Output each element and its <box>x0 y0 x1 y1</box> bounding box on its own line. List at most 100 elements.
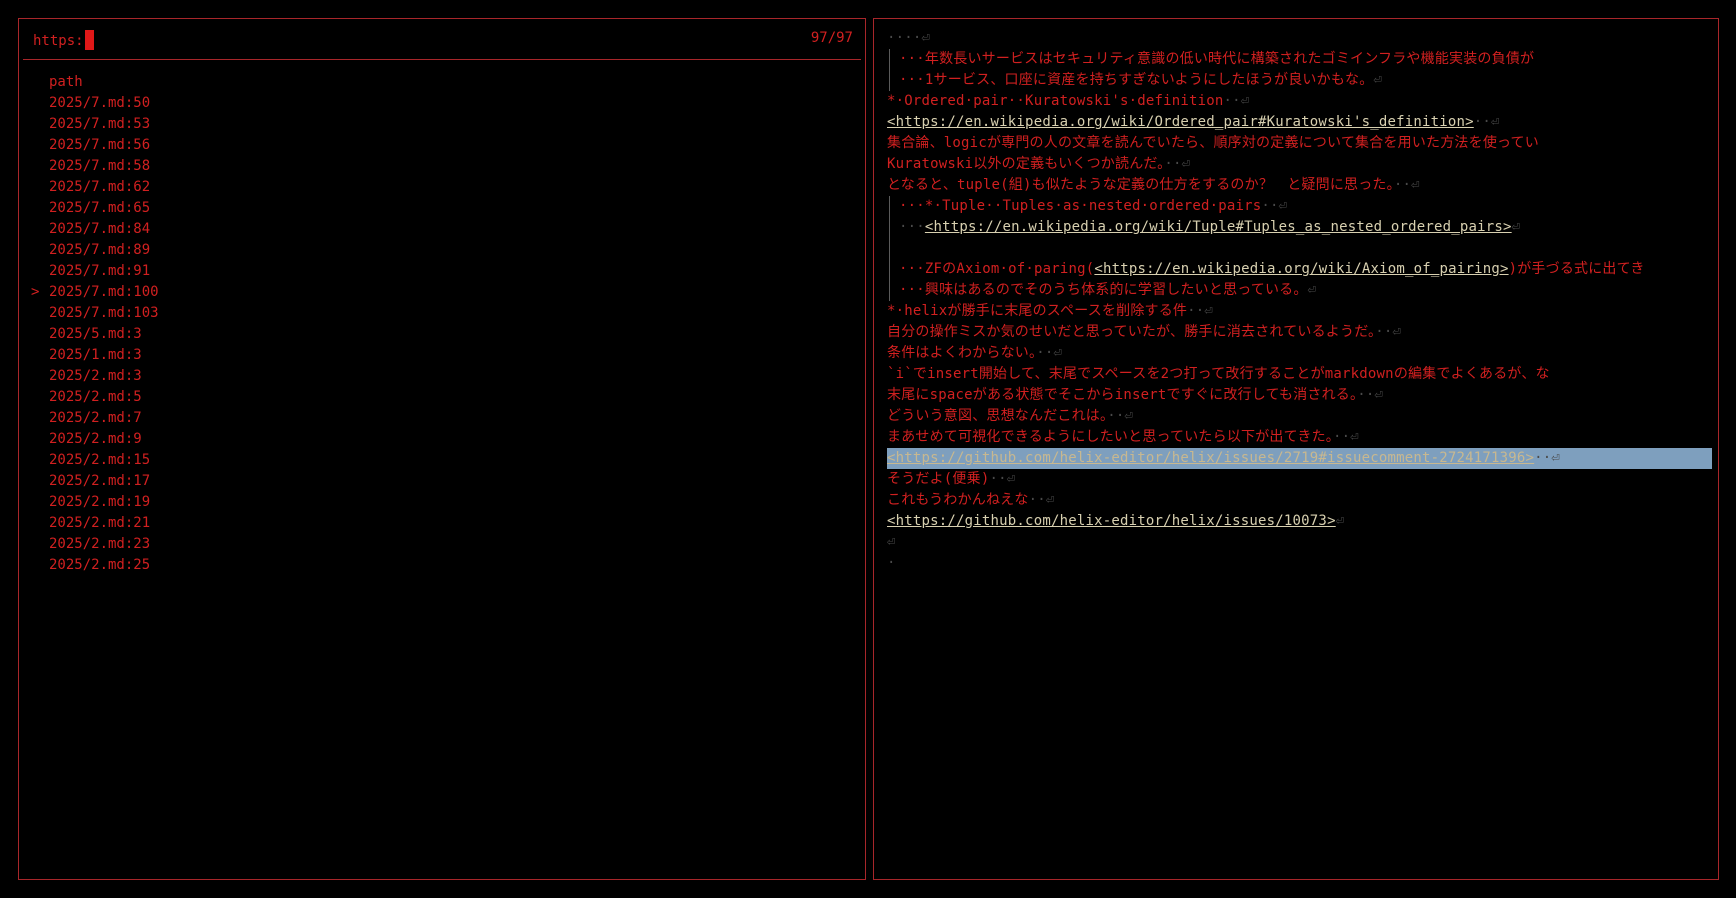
preview-line: ···年数長いサービスはセキュリティ意識の低い時代に構築されたゴミインフラや機能… <box>889 49 1712 70</box>
preview-line: *·Ordered·pair··Kuratowski's·definition·… <box>887 91 1712 112</box>
whitespace-marker: ·· <box>1223 93 1241 109</box>
eol-marker: ⏎ <box>1551 450 1561 466</box>
picker-result-item[interactable]: 2025/5.md:3 <box>31 324 865 345</box>
picker-result-item[interactable]: 2025/7.md:65 <box>31 198 865 219</box>
line-text: ···年数長いサービスはセキュリティ意識の低い時代に構築されたゴミインフラや機能… <box>899 51 1535 67</box>
picker-result-item[interactable]: 2025/7.md:84 <box>31 219 865 240</box>
line-text: *·helixが勝手に末尾のスペースを削除する件 <box>887 303 1188 319</box>
line-text: *·Ordered·pair··Kuratowski's·definition <box>887 93 1224 109</box>
result-path: 2025/2.md:23 <box>49 536 151 552</box>
eol-marker: ⏎ <box>1335 513 1345 529</box>
preview-line: ···ZFのAxiom·of·paring(<https://en.wikipe… <box>889 259 1712 280</box>
search-input[interactable]: https: <box>33 30 94 50</box>
file-picker-panel: https: 97/97 path 2025/7.md:50 2025/7.md:… <box>18 18 866 880</box>
eol-marker: ⏎ <box>1392 324 1402 340</box>
picker-result-item[interactable]: 2025/2.md:15 <box>31 450 865 471</box>
eol-marker: ⏎ <box>887 534 896 550</box>
preview-panel: ····⏎ ···年数長いサービスはセキュリティ意識の低い時代に構築されたゴミイ… <box>873 18 1719 880</box>
result-path: 2025/2.md:3 <box>49 368 142 384</box>
eol-marker: ⏎ <box>1373 72 1383 88</box>
whitespace-marker: ·· <box>1375 324 1393 340</box>
whitespace-marker: ·· <box>1036 345 1054 361</box>
result-path: 2025/1.md:3 <box>49 347 142 363</box>
text-cursor <box>84 30 94 50</box>
preview-line: Kuratowski以外の定義もいくつか読んだ。··⏎ <box>887 154 1712 175</box>
result-path: 2025/7.md:62 <box>49 179 151 195</box>
line-text: そうだよ(便乗) <box>887 471 990 487</box>
preview-line: ····⏎ <box>887 30 931 46</box>
preview-line: これもうわかんねえな··⏎ <box>887 490 1712 511</box>
preview-line: ···<https://en.wikipedia.org/wiki/Tuple#… <box>889 217 1712 238</box>
eol-marker: ⏎ <box>1278 198 1288 214</box>
eol-marker: ⏎ <box>1411 177 1420 193</box>
whitespace-marker: ··· <box>899 219 925 235</box>
result-path: 2025/7.md:103 <box>49 305 159 321</box>
preview-content: ····⏎ ···年数長いサービスはセキュリティ意識の低い時代に構築されたゴミイ… <box>887 28 1712 574</box>
picker-result-item[interactable]: 2025/2.md:25 <box>31 555 865 576</box>
preview-line: ···1サービス、口座に資産を持ちすぎないようにしたほうが良いかもな。⏎ <box>889 70 1712 91</box>
line-text: Kuratowski以外の定義もいくつか読んだ。 <box>887 156 1165 172</box>
picker-result-item[interactable]: 2025/1.md:3 <box>31 345 865 366</box>
picker-result-item[interactable]: 2025/7.md:103 <box>31 303 865 324</box>
picker-result-item[interactable]: 2025/2.md:7 <box>31 408 865 429</box>
line-text: )が手づる式に出てき <box>1508 261 1645 277</box>
whitespace-marker: ·· <box>1187 303 1205 319</box>
eol-marker: ⏎ <box>1307 282 1317 298</box>
url-link[interactable]: <https://en.wikipedia.org/wiki/Ordered_p… <box>887 114 1474 130</box>
picker-result-item[interactable]: >2025/7.md:100 <box>31 282 865 303</box>
preview-line: <https://en.wikipedia.org/wiki/Ordered_p… <box>887 112 1712 133</box>
whitespace-marker: ·· <box>1357 387 1375 403</box>
picker-result-item[interactable]: 2025/7.md:58 <box>31 156 865 177</box>
picker-result-item[interactable]: 2025/7.md:62 <box>31 177 865 198</box>
picker-result-item[interactable]: 2025/2.md:19 <box>31 492 865 513</box>
whitespace-marker: ·· <box>989 471 1007 487</box>
picker-result-item[interactable]: 2025/7.md:89 <box>31 240 865 261</box>
eol-marker: ⏎ <box>1204 303 1214 319</box>
whitespace-marker: ·· <box>1028 492 1046 508</box>
whitespace-marker: ·· <box>1534 450 1552 466</box>
picker-result-item[interactable]: 2025/7.md:56 <box>31 135 865 156</box>
picker-result-item[interactable]: 2025/2.md:23 <box>31 534 865 555</box>
picker-result-item[interactable]: 2025/2.md:17 <box>31 471 865 492</box>
line-text: `i`でinsert開始して、末尾でスペースを2つ打って改行することがmarkd… <box>887 366 1550 382</box>
url-link[interactable]: <https://en.wikipedia.org/wiki/Tuple#Tup… <box>925 219 1512 235</box>
preview-line: 条件はよくわからない。··⏎ <box>887 343 1712 364</box>
result-path: 2025/2.md:17 <box>49 473 151 489</box>
eol-marker: ⏎ <box>1511 219 1521 235</box>
url-link[interactable]: <https://en.wikipedia.org/wiki/Axiom_of_… <box>1094 261 1508 277</box>
result-path: 2025/7.md:50 <box>49 95 151 111</box>
picker-result-item[interactable]: 2025/2.md:3 <box>31 366 865 387</box>
selection-marker: > <box>31 284 40 300</box>
preview-line <box>889 238 1712 259</box>
result-path: 2025/2.md:7 <box>49 410 142 426</box>
eol-marker: ⏎ <box>1181 156 1191 172</box>
picker-result-item[interactable]: 2025/2.md:5 <box>31 387 865 408</box>
preview-line: `i`でinsert開始して、末尾でスペースを2つ打って改行することがmarkd… <box>887 364 1712 385</box>
result-path: 2025/7.md:84 <box>49 221 151 237</box>
picker-prompt[interactable]: https: 97/97 <box>23 19 861 60</box>
preview-line: となると、tuple(組)も似たような定義の仕方をするのか？ と疑問に思った。·… <box>887 175 1712 196</box>
picker-result-item[interactable]: 2025/7.md:50 <box>31 93 865 114</box>
eol-marker: ⏎ <box>1124 408 1134 424</box>
result-path: 2025/7.md:65 <box>49 200 151 216</box>
whitespace-marker: ·· <box>1473 114 1492 130</box>
picker-result-item[interactable]: 2025/2.md:21 <box>31 513 865 534</box>
highlighted-line: <https://github.com/helix-editor/helix/i… <box>887 448 1712 469</box>
preview-line: *·helixが勝手に末尾のスペースを削除する件··⏎ <box>887 301 1712 322</box>
whitespace-marker: ·· <box>1393 177 1412 193</box>
url-link[interactable]: <https://github.com/helix-editor/helix/i… <box>887 450 1534 466</box>
line-text: ···*·Tuple··Tuples·as·nested·ordered·pai… <box>899 198 1262 214</box>
eol-marker: ⏎ <box>1374 387 1384 403</box>
result-path: 2025/2.md:25 <box>49 557 151 573</box>
line-text: ···興味はあるのでそのうち体系的に学習したいと思っている。 <box>899 282 1308 298</box>
picker-result-item[interactable]: 2025/7.md:53 <box>31 114 865 135</box>
preview-line: ···*·Tuple··Tuples·as·nested·ordered·pai… <box>889 196 1712 217</box>
picker-result-item[interactable]: 2025/7.md:91 <box>31 261 865 282</box>
result-path: 2025/5.md:3 <box>49 326 142 342</box>
preview-line: <https://github.com/helix-editor/helix/i… <box>887 511 1712 532</box>
preview-line: ···興味はあるのでそのうち体系的に学習したいと思っている。⏎ <box>889 280 1712 301</box>
result-path: 2025/7.md:100 <box>49 284 159 300</box>
url-link[interactable]: <https://github.com/helix-editor/helix/i… <box>887 513 1336 529</box>
picker-result-item[interactable]: 2025/2.md:9 <box>31 429 865 450</box>
result-path: 2025/7.md:58 <box>49 158 151 174</box>
